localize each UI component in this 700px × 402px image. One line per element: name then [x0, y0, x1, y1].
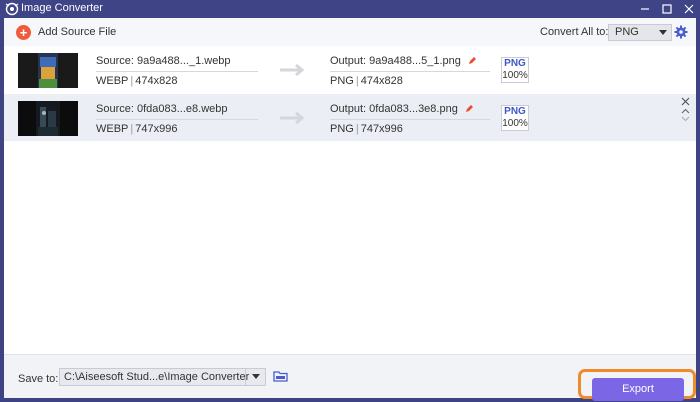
- file-row[interactable]: Source: 0fda083...e8.webp WEBP | 747x996 O…: [4, 94, 696, 141]
- source-format: WEBP: [96, 123, 129, 135]
- row-controls: [680, 96, 692, 126]
- maximize-button[interactable]: [656, 0, 678, 18]
- badge-format: PNG: [504, 58, 526, 69]
- source-format: WEBP: [96, 75, 129, 87]
- toolbar: + Add Source File Convert All to: PNG: [4, 18, 696, 46]
- badge-quality: 100%: [502, 118, 528, 129]
- badge-quality: 100%: [502, 70, 528, 81]
- output-format: PNG: [330, 123, 354, 135]
- convert-all-select[interactable]: PNG: [608, 24, 672, 41]
- save-path-select[interactable]: C:\Aiseesoft Stud...e\Image Converter: [59, 368, 266, 386]
- source-info: WEBP | 747x996: [96, 123, 178, 135]
- file-row[interactable]: Source: 9a9a488..._1.webp WEBP | 474x828 O…: [4, 46, 696, 93]
- app-logo-icon: [5, 2, 19, 16]
- output-dimensions: 747x996: [360, 123, 403, 135]
- source-info: WEBP | 474x828: [96, 75, 178, 87]
- output-format-badge[interactable]: PNG 100%: [501, 105, 529, 131]
- save-to-label: Save to:: [18, 373, 59, 385]
- convert-all-label: Convert All to:: [540, 26, 609, 38]
- thumbnail-image: [18, 53, 78, 88]
- minimize-button[interactable]: [634, 0, 656, 18]
- output-format-badge[interactable]: PNG 100%: [501, 57, 529, 83]
- save-path-dropdown[interactable]: [245, 369, 265, 385]
- remove-file-icon[interactable]: [681, 97, 690, 106]
- divider: [96, 119, 258, 120]
- file-list: Source: 9a9a488..._1.webp WEBP | 474x828 O…: [4, 46, 696, 354]
- open-folder-icon[interactable]: [273, 369, 288, 383]
- window-title: Image Converter: [21, 2, 103, 14]
- thumbnail-image: [18, 101, 78, 136]
- source-filename: Source: 0fda083...e8.webp: [96, 103, 228, 115]
- output-info: PNG | 747x996: [330, 123, 403, 135]
- export-button[interactable]: Export: [592, 378, 684, 401]
- source-filename: Source: 9a9a488..._1.webp: [96, 55, 231, 67]
- divider: [330, 71, 490, 72]
- plus-circle-icon: +: [16, 24, 31, 40]
- divider: [330, 119, 490, 120]
- add-source-file-label: Add Source File: [38, 26, 117, 38]
- add-source-file-button[interactable]: + Add Source File: [16, 24, 116, 40]
- output-info: PNG | 474x828: [330, 75, 403, 87]
- badge-format: PNG: [504, 106, 526, 117]
- minimize-icon: [641, 8, 649, 10]
- divider: [96, 71, 258, 72]
- edit-pencil-icon[interactable]: [465, 104, 474, 113]
- arrow-right-icon: [280, 64, 305, 76]
- close-button[interactable]: [678, 0, 700, 18]
- source-dimensions: 474x828: [135, 75, 178, 87]
- convert-all-value: PNG: [615, 26, 639, 38]
- chevron-down-icon: [659, 30, 667, 35]
- move-up-icon[interactable]: [681, 108, 690, 114]
- maximize-icon: [662, 4, 672, 14]
- output-filename-field[interactable]: Output: 9a9a488...5_1.png: [330, 55, 477, 67]
- output-filename: Output: 0fda083...3e8.png: [330, 103, 458, 115]
- output-filename-field[interactable]: Output: 0fda083...3e8.png: [330, 103, 474, 115]
- close-icon: [684, 4, 694, 14]
- chevron-down-icon: [252, 374, 260, 379]
- gear-icon[interactable]: [674, 25, 688, 39]
- output-dimensions: 474x828: [360, 75, 403, 87]
- save-path-value: C:\Aiseesoft Stud...e\Image Converter: [64, 371, 250, 383]
- move-down-icon[interactable]: [681, 116, 690, 122]
- bottom-bar: Save to: C:\Aiseesoft Stud...e\Image Con…: [4, 354, 696, 401]
- output-filename: Output: 9a9a488...5_1.png: [330, 55, 461, 67]
- arrow-right-icon: [280, 112, 305, 124]
- source-dimensions: 747x996: [135, 123, 178, 135]
- title-bar: Image Converter: [0, 0, 700, 18]
- edit-pencil-icon[interactable]: [468, 56, 477, 65]
- output-format: PNG: [330, 75, 354, 87]
- main-window: + Add Source File Convert All to: PNG So…: [4, 18, 696, 401]
